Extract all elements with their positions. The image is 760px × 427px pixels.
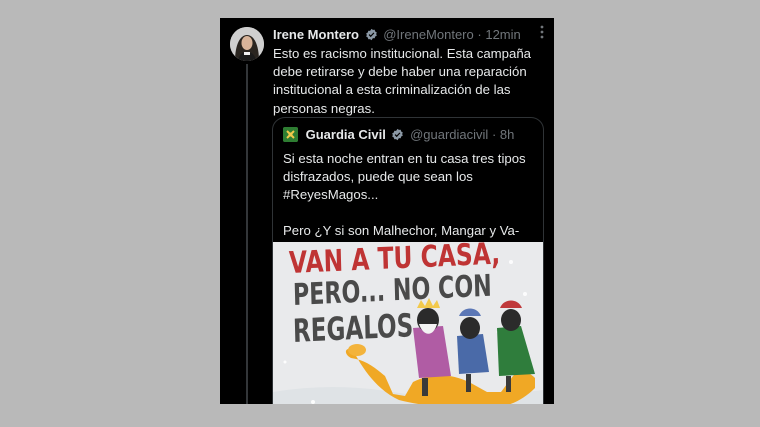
quote-separator: · bbox=[491, 127, 497, 142]
guardia-civil-logo-icon bbox=[283, 127, 298, 142]
quote-author-name[interactable]: Guardia Civil bbox=[306, 127, 386, 142]
tweet-time[interactable]: 12min bbox=[485, 27, 520, 42]
avatar[interactable] bbox=[230, 27, 264, 61]
quote-header: Guardia Civil @guardiacivil · 8h bbox=[283, 126, 514, 144]
verified-badge-icon bbox=[391, 128, 404, 146]
quote-time[interactable]: 8h bbox=[500, 127, 514, 142]
author-name[interactable]: Irene Montero bbox=[273, 27, 359, 42]
verified-badge-icon bbox=[365, 28, 378, 46]
thread-line bbox=[246, 64, 248, 404]
poster-line-3: REGALOS bbox=[292, 306, 414, 350]
tweet-text: Esto es racismo institucional. Esta camp… bbox=[273, 46, 532, 116]
tweet-header: Irene Montero @IreneMontero · 12min bbox=[273, 26, 546, 44]
header-separator: · bbox=[477, 27, 482, 42]
quoted-tweet[interactable]: Guardia Civil @guardiacivil · 8h Si esta… bbox=[272, 117, 544, 404]
quote-image[interactable]: VAN A TU CASA, PERO... NO CON REGALOS bbox=[273, 242, 543, 404]
author-handle[interactable]: @IreneMontero bbox=[383, 27, 474, 42]
quote-handle[interactable]: @guardiacivil bbox=[410, 127, 488, 142]
quote-line-1: Si esta noche entran en tu casa tres tip… bbox=[283, 151, 526, 203]
tweet-card: Irene Montero @IreneMontero · 12min Esto… bbox=[220, 18, 554, 404]
more-options-icon[interactable] bbox=[540, 25, 544, 41]
